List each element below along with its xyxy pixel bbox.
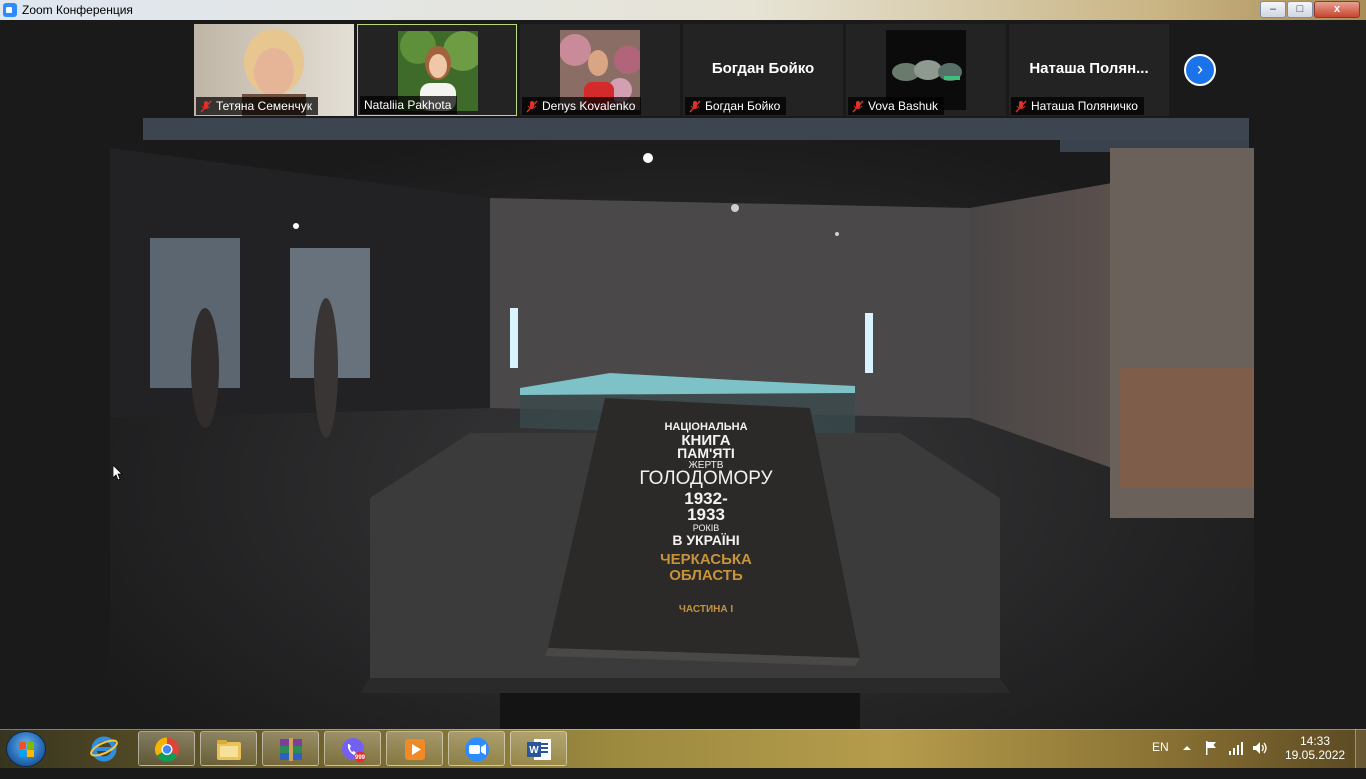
- participant-name-bar: Nataliia Pakhota: [360, 96, 458, 114]
- windows-logo-icon: [19, 742, 34, 757]
- participant-name: Vova Bashuk: [868, 99, 939, 113]
- network-signal-icon[interactable]: [1228, 740, 1244, 756]
- taskbar-internet-explorer[interactable]: [76, 731, 133, 766]
- participant-tile[interactable]: Наташа Полян... Наташа Поляничко: [1009, 24, 1169, 116]
- zoom-icon: [465, 737, 489, 762]
- media-player-icon: [405, 739, 425, 760]
- clock-date: 19.05.2022: [1285, 748, 1346, 762]
- participant-tile-active-speaker[interactable]: Nataliia Pakhota: [357, 24, 517, 116]
- taskbar-file-explorer[interactable]: [200, 731, 257, 766]
- start-button[interactable]: [6, 731, 46, 767]
- mic-muted-icon: [1015, 100, 1027, 112]
- taskbar-media-player[interactable]: [386, 731, 443, 766]
- participant-name-bar: Наташа Поляничко: [1011, 97, 1144, 115]
- participant-name: Богдан Бойко: [705, 99, 781, 113]
- word-icon: W: [527, 739, 551, 760]
- main-video-feed[interactable]: НАЦІОНАЛЬНА КНИГА ПАМ'ЯТІ ЖЕРТВ ГОЛОДОМО…: [110, 118, 1254, 729]
- participant-name-bar: Богдан Бойко: [685, 97, 787, 115]
- participant-name: Наташа Поляничко: [1031, 99, 1138, 113]
- participant-name-bar: Denys Kovalenko: [522, 97, 642, 115]
- maximize-button[interactable]: □: [1287, 1, 1313, 18]
- taskbar-word[interactable]: W: [510, 731, 567, 766]
- svg-text:W: W: [529, 745, 539, 756]
- taskbar-winrar[interactable]: [262, 731, 319, 766]
- participant-name-bar: Тетяна Семенчук: [196, 97, 318, 115]
- mic-muted-icon: [852, 100, 864, 112]
- viber-icon: 999: [342, 738, 366, 763]
- participant-tile[interactable]: Богдан Бойко Богдан Бойко: [683, 24, 843, 116]
- winrar-icon: [280, 738, 302, 761]
- gallery-next-page-button[interactable]: ›: [1184, 54, 1216, 86]
- show-desktop-button[interactable]: [1355, 729, 1366, 768]
- book-region-line1: ЧЕРКАСЬКА: [660, 551, 752, 568]
- meeting-area: Тетяна Семенчук Nataliia Pakhota Denys K…: [0, 20, 1366, 729]
- taskbar-viber[interactable]: 999: [324, 731, 381, 766]
- participant-display-name: Наташа Полян...: [1029, 60, 1149, 77]
- participant-tile[interactable]: Denys Kovalenko: [520, 24, 680, 116]
- folder-icon: [217, 740, 241, 760]
- windows-taskbar: 999 W EN 14:33 19.05.2022: [0, 729, 1366, 768]
- book-title-country: В УКРАЇНІ: [672, 532, 739, 548]
- book-region-line2: ОБЛАСТЬ: [669, 567, 743, 584]
- system-clock[interactable]: 14:33 19.05.2022: [1285, 734, 1345, 762]
- chrome-icon: [154, 737, 179, 762]
- mic-muted-icon: [200, 100, 212, 112]
- participant-tile[interactable]: Vova Bashuk: [846, 24, 1006, 116]
- mic-muted-icon: [526, 100, 538, 112]
- minimize-button[interactable]: –: [1260, 1, 1286, 18]
- show-hidden-icons-icon[interactable]: [1182, 743, 1192, 753]
- clock-time: 14:33: [1299, 734, 1331, 748]
- taskbar-zoom[interactable]: [448, 731, 505, 766]
- action-center-flag-icon[interactable]: [1204, 740, 1218, 756]
- close-button[interactable]: x: [1314, 1, 1360, 18]
- volume-icon[interactable]: [1252, 740, 1268, 756]
- book-year-end: 1933: [687, 505, 725, 524]
- taskbar-chrome[interactable]: [138, 731, 195, 766]
- internet-explorer-icon: [90, 736, 118, 762]
- participant-name: Denys Kovalenko: [542, 99, 636, 113]
- book-part: ЧАСТИНА І: [679, 604, 733, 615]
- participant-name: Тетяна Семенчук: [216, 99, 312, 113]
- book-title-line5: ГОЛОДОМОРУ: [639, 468, 773, 489]
- zoom-app-icon: [3, 3, 17, 17]
- window-title-bar[interactable]: Zoom Конференция – □ x: [0, 0, 1366, 20]
- participant-name-bar: Vova Bashuk: [848, 97, 945, 115]
- participant-name: Nataliia Pakhota: [364, 98, 452, 112]
- participant-display-name: Богдан Бойко: [711, 60, 815, 77]
- museum-scene: НАЦІОНАЛЬНА КНИГА ПАМ'ЯТІ ЖЕРТВ ГОЛОДОМО…: [110, 118, 1254, 729]
- mouse-cursor-icon: [113, 465, 123, 481]
- window-title: Zoom Конференция: [22, 3, 133, 17]
- viber-badge: 999: [355, 755, 366, 761]
- language-indicator[interactable]: EN: [1152, 740, 1169, 779]
- mic-muted-icon: [689, 100, 701, 112]
- participant-tile[interactable]: Тетяна Семенчук: [194, 24, 354, 116]
- book-title-line3: ПАМ'ЯТІ: [677, 445, 735, 461]
